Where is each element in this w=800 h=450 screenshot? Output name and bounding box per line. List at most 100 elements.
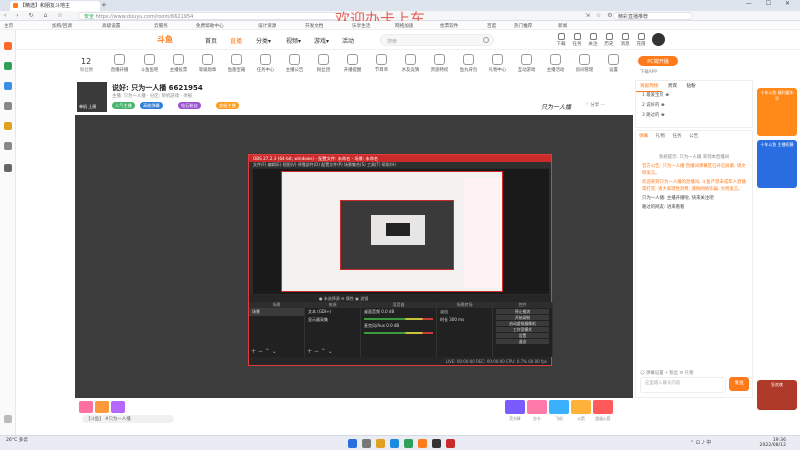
bookmark-item[interactable]: 热门推荐 xyxy=(514,23,532,29)
promo-banner[interactable]: 十年斗鱼 主播招募 xyxy=(757,140,797,188)
feature-item[interactable]: 任务中心 xyxy=(251,52,280,73)
chat-tab[interactable]: 礼物 xyxy=(653,131,668,141)
nav-item-category[interactable]: 分类▾ xyxy=(256,36,271,45)
promo-banner[interactable]: 狂欢夜 xyxy=(757,380,797,410)
gift-input[interactable]: 【斗鱼】 #只为一人播 xyxy=(82,415,174,423)
nav-item-video[interactable]: 视频▾ xyxy=(286,36,301,45)
bookmark-item[interactable]: 免费帮助中心 xyxy=(196,23,224,29)
gift-item[interactable] xyxy=(527,400,547,414)
nav-item-events[interactable]: 活动 xyxy=(342,36,354,45)
app-taskbar-icon[interactable] xyxy=(418,439,427,448)
gift-item[interactable] xyxy=(549,400,569,414)
sidebar-app-icon[interactable] xyxy=(4,82,12,90)
rank-row[interactable]: 1 最爱宝贝 ♚ xyxy=(636,90,752,100)
feature-item[interactable]: 粉丝团 xyxy=(309,52,338,73)
chat-tab[interactable]: 任务 xyxy=(669,131,684,141)
room-tag[interactable]: 高能弹幕 xyxy=(140,102,163,109)
gift-item[interactable] xyxy=(505,400,525,414)
feature-item[interactable]: 开播提醒 xyxy=(338,52,367,73)
feature-item[interactable]: 主播投票 xyxy=(164,52,193,73)
feature-item[interactable]: 水友竞猜 xyxy=(396,52,425,73)
promo-icon[interactable] xyxy=(79,401,93,413)
new-tab-button[interactable]: + xyxy=(101,1,107,9)
sidebar-app-icon[interactable] xyxy=(4,122,12,130)
bookmark-item[interactable]: 云服务 xyxy=(154,23,168,29)
site-search-input[interactable]: 搜索 xyxy=(380,34,494,46)
app-taskbar-icon[interactable] xyxy=(404,439,413,448)
feature-item[interactable]: 鱼翅宝箱 xyxy=(222,52,251,73)
browser-search-field[interactable]: 精彩直播推荐 xyxy=(613,12,693,20)
browser-taskbar-icon[interactable] xyxy=(390,439,399,448)
feature-item[interactable]: 等级勋章 xyxy=(193,52,222,73)
room-actions[interactable]: ♡ 分享 ⋯ xyxy=(585,102,605,108)
sidebar-app-icon[interactable] xyxy=(4,142,12,150)
file-explorer-icon[interactable] xyxy=(376,439,385,448)
nav-item-games[interactable]: 游戏▾ xyxy=(314,36,329,45)
promo-icon[interactable] xyxy=(95,401,109,413)
taskbar-clock[interactable]: 19:36 2022/08/12 xyxy=(760,438,786,448)
sidebar-app-icon[interactable] xyxy=(4,62,12,70)
promo-icon[interactable] xyxy=(111,401,125,413)
rank-tab[interactable]: 贵宾 xyxy=(664,81,681,91)
bookmark-item[interactable]: 抢票软件 xyxy=(440,23,458,29)
bookmark-item[interactable]: 新闻 xyxy=(558,23,567,29)
recharge-button[interactable]: 充值 xyxy=(632,33,650,47)
feature-item[interactable]: 礼物中心 xyxy=(483,52,512,73)
obs-taskbar-icon[interactable] xyxy=(432,439,441,448)
sidebar-app-icon[interactable] xyxy=(4,42,12,50)
feature-item[interactable]: 房间管理 xyxy=(570,52,599,73)
search-icon[interactable] xyxy=(483,37,489,43)
url-field[interactable]: 安全 https://www.douyu.com/room/6621954 xyxy=(78,12,348,20)
bookmark-item[interactable]: 网络加速 xyxy=(395,23,413,29)
rank-tab[interactable]: 贡献周榜 xyxy=(636,81,663,92)
feature-item[interactable]: 斗鱼鱼吧 xyxy=(135,52,164,73)
bookmark-item[interactable]: 百度 xyxy=(487,23,496,29)
gift-item[interactable] xyxy=(571,400,591,414)
feature-item[interactable]: 直播开播 xyxy=(105,52,134,73)
video-player[interactable]: OBS 27.2.3 (64-bit, windows) - 配置文件: 未命名… xyxy=(75,115,633,398)
feature-item[interactable]: 互动游戏 xyxy=(512,52,541,73)
nav-buttons[interactable]: ‹ › ↻ ⌂ ☆ xyxy=(4,12,67,19)
weather-widget[interactable]: 26°C 多云 xyxy=(6,438,28,443)
system-tray[interactable]: ⌃ ⊡ ♪ 中 xyxy=(690,439,711,446)
window-controls[interactable]: — ☐ ✕ xyxy=(746,0,796,7)
nav-item-home[interactable]: 首页 xyxy=(205,36,217,45)
app-taskbar-icon[interactable] xyxy=(446,439,455,448)
chat-tab[interactable]: 弹幕 xyxy=(636,131,651,141)
feature-item[interactable]: 设置 xyxy=(599,52,628,73)
feature-item[interactable]: 鱼丸背包 xyxy=(454,52,483,73)
rank-tab[interactable]: 钻粉 xyxy=(683,81,700,91)
start-icon[interactable] xyxy=(348,439,357,448)
feature-item[interactable]: 贵族特权 xyxy=(425,52,454,73)
room-tag[interactable]: 人气主播 xyxy=(112,102,135,109)
anchor-avatar[interactable]: 单机 上周 xyxy=(77,82,107,112)
room-tag[interactable]: 钻石粉丝 xyxy=(178,102,201,109)
chat-input[interactable]: 这里输入聊天内容 xyxy=(640,377,726,393)
chat-send-button[interactable]: 发送 xyxy=(729,377,749,391)
sidebar-app-icon[interactable] xyxy=(4,102,12,110)
feature-item[interactable]: 节目单 xyxy=(367,52,396,73)
browser-toolbar-icons[interactable]: ⇲ ☆ ⚙ xyxy=(585,12,615,19)
bookmark-item[interactable]: 加购/回调 xyxy=(52,23,72,29)
chat-tab[interactable]: 公告 xyxy=(686,131,701,141)
sidebar-settings-icon[interactable] xyxy=(4,415,12,423)
bookmark-item[interactable]: 设计资源 xyxy=(258,23,276,29)
search-taskbar-icon[interactable] xyxy=(362,439,371,448)
rank-row[interactable]: 2 说好的 ♚ xyxy=(636,100,752,110)
promo-banner[interactable]: 十年斗鱼 福利嘉年华 xyxy=(757,88,797,136)
nav-item-live[interactable]: 直播 xyxy=(230,36,242,45)
room-tag[interactable]: 超级主播 xyxy=(216,102,239,109)
user-avatar[interactable] xyxy=(652,33,665,46)
site-logo[interactable]: 斗鱼 xyxy=(157,34,173,45)
sidebar-app-icon[interactable] xyxy=(4,164,12,172)
feature-item[interactable]: 主播活动 xyxy=(541,52,570,73)
feature-item[interactable]: 主播公告 xyxy=(280,52,309,73)
rank-row[interactable]: 3 路过的 ♚ xyxy=(636,110,752,120)
bookmark-item[interactable]: 乐享生活 xyxy=(352,23,370,29)
bookmark-item[interactable]: 高级设置 xyxy=(102,23,120,29)
chat-tools[interactable]: ☺ 弹幕设置 ⚡ 粉丝 ✉ 礼物 xyxy=(640,370,693,376)
browser-tab-active[interactable]: 【精选】和朋友斗地主 xyxy=(10,1,100,11)
download-app-link[interactable]: 下载APP xyxy=(640,69,657,75)
bookmark-item[interactable]: 主页 xyxy=(4,23,13,29)
pc-broadcast-button[interactable]: PC端开播 xyxy=(638,56,678,66)
